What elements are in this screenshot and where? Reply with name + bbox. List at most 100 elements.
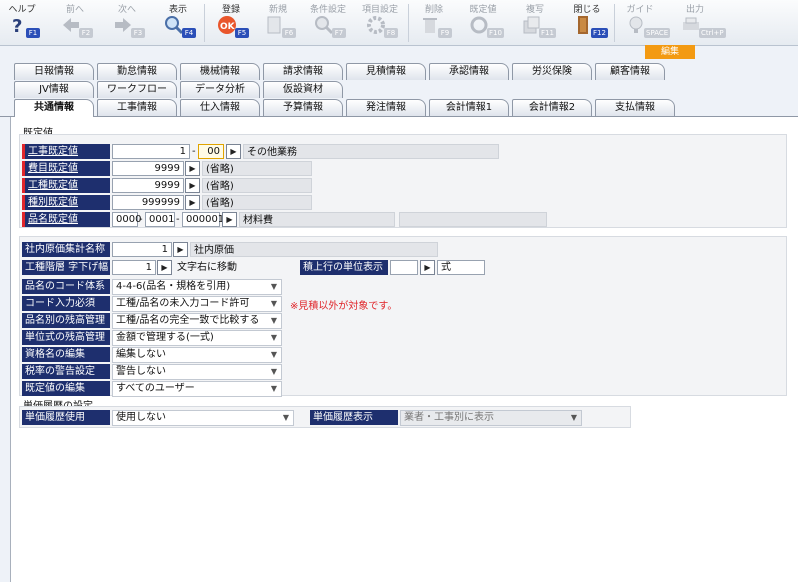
tab-data-analysis[interactable]: データ分析 [180,81,260,98]
history-display-select[interactable]: 業者・工事別に表示 ▼ [400,410,582,426]
hiyo-lookup-button[interactable]: ▶ [185,161,200,176]
tani-label: 積上行の単位表示 [300,260,388,275]
close-button[interactable]: 閉じる F12 [567,0,608,46]
chevron-down-icon: ▼ [270,282,277,291]
tab-kasetsu[interactable]: 仮設資材 [263,81,343,98]
tab-shiharai[interactable]: 支払情報 [595,99,675,116]
hinmei-lookup-button[interactable]: ▶ [222,212,237,227]
print-button[interactable]: 出力 Ctrl+P [675,0,726,46]
tab-kaikei2[interactable]: 会計情報2 [512,99,592,116]
hinmei-name: 材料費 [239,212,395,227]
tax-warning-select[interactable]: 警告しない ▼ [112,364,282,380]
register-button[interactable]: 登録 OK F5 [211,0,251,46]
history-display-label: 単価履歴表示 [310,410,398,425]
history-group: 単価履歴使用 使用しない ▼ 単価履歴表示 業者・工事別に表示 ▼ [19,406,631,428]
hiyo-code-input[interactable]: 9999 [112,161,184,176]
tab-nippo[interactable]: 日報情報 [14,63,94,80]
kaiso-label: 工種階層 字下げ幅 [22,260,110,275]
tab-jv[interactable]: JV情報 [14,81,94,98]
hinmei-balance-select[interactable]: 工種/品名の完全一致で比較する ▼ [112,313,282,329]
magnifier-icon [165,16,184,35]
copy-button[interactable]: 複写 F11 [515,0,556,46]
tab-koji[interactable]: 工事情報 [97,99,177,116]
koji-name: その他業務 [243,144,499,159]
tab-seikyu[interactable]: 請求情報 [263,63,343,80]
arrow-right-icon [115,18,131,32]
hinmei-code3-input[interactable]: 000001 [182,212,224,227]
hinmei-code2-input[interactable]: 0001 [145,212,175,227]
code-required-select[interactable]: 工種/品名の未入力コード許可 ▼ [112,296,282,312]
item-settings-button[interactable]: 項目設定 F8 [360,0,400,46]
genka-lookup-button[interactable]: ▶ [173,242,188,257]
mode-badge: 編集 [645,45,695,59]
copy-icon [523,16,540,34]
koshu-code-input[interactable]: 9999 [112,178,184,193]
guide-button[interactable]: ガイド SPACE [620,0,671,46]
chevron-down-icon: ▼ [282,413,289,422]
ok-icon: OK [218,16,236,34]
delete-button[interactable]: 削除 F9 [414,0,454,46]
tab-mitsumori[interactable]: 見積情報 [346,63,426,80]
koji-lookup-button[interactable]: ▶ [226,144,241,159]
tab-common[interactable]: 共通情報 [14,99,94,117]
tab-kikai[interactable]: 機械情報 [180,63,260,80]
next-button[interactable]: 次へ F3 [107,0,147,46]
tab-kokyaku[interactable]: 顧客情報 [595,63,665,80]
shubetsu-name: (省略) [202,195,312,210]
display-button[interactable]: 表示 F4 [158,0,198,46]
item-settings-icon [367,16,385,34]
koshu-default-label: 工種既定値 [22,178,110,193]
tab-shiire[interactable]: 仕入情報 [180,99,260,116]
new-button[interactable]: 新規 F6 [258,0,298,46]
default-value-button[interactable]: 既定値 F10 [463,0,504,46]
new-icon [267,16,281,34]
tab-shonin[interactable]: 承認情報 [429,63,509,80]
help-button[interactable]: ヘルプ ? F1 [2,0,42,46]
shubetsu-lookup-button[interactable]: ▶ [185,195,200,210]
genka-code-input[interactable]: 1 [112,242,172,257]
history-use-select[interactable]: 使用しない ▼ [112,410,294,426]
koji-branch-input[interactable]: 00 [198,144,224,159]
chevron-down-icon: ▼ [570,413,577,422]
genka-label: 社内原価集計名称 [22,242,110,257]
tab-kintai[interactable]: 勤怠情報 [97,63,177,80]
prev-button[interactable]: 前へ F2 [55,0,95,46]
settings-group: 社内原価集計名称 1 ▶ 社内原価 工種階層 字下げ幅 1 ▶ 文字右に移動 積… [19,236,787,397]
hinmei-spec [399,212,547,227]
hiyo-default-label: 費目既定値 [22,161,110,176]
svg-text:OK: OK [220,22,236,32]
chevron-down-icon: ▼ [270,316,277,325]
history-use-label: 単価履歴使用 [22,410,110,425]
koji-default-label: 工事既定値 [22,144,110,159]
default-edit-select[interactable]: すべてのユーザー ▼ [112,381,282,397]
koshu-lookup-button[interactable]: ▶ [185,178,200,193]
hinmei-code1-input[interactable]: 0000 [112,212,141,227]
kaiso-width-input[interactable]: 1 [112,260,156,275]
tax-warning-label: 税率の警告設定 [22,364,110,379]
condition-settings-button[interactable]: 条件設定 F7 [308,0,348,46]
default-edit-label: 既定値の編集 [22,381,110,396]
tani-lookup-button[interactable]: ▶ [420,260,435,275]
tab-rosai[interactable]: 労災保険 [512,63,592,80]
defaults-group: 工事既定値 1 - 00 ▶ その他業務 費目既定値 9999 ▶ (省略) 工… [19,134,787,228]
hinmei-code-system-select[interactable]: 4-4-6(品名・規格を引用) ▼ [112,279,282,295]
unit-balance-select[interactable]: 金額で管理する(一式) ▼ [112,330,282,346]
svg-text:?: ? [12,16,22,35]
mitsumori-note: ※見積以外が対象です。 [290,301,398,312]
tab-workflow[interactable]: ワークフロー [97,81,177,98]
tani-code-input[interactable] [390,260,418,275]
chevron-down-icon: ▼ [270,367,277,376]
shubetsu-code-input[interactable]: 999999 [112,195,184,210]
qualification-edit-label: 資格名の編集 [22,347,110,362]
hinmei-balance-label: 品名別の残高管理 [22,313,110,328]
hinmei-separator-2: - [176,214,180,225]
tab-hachu[interactable]: 発注情報 [346,99,426,116]
koji-code-input[interactable]: 1 [112,144,190,159]
chevron-down-icon: ▼ [270,350,277,359]
qualification-edit-select[interactable]: 編集しない ▼ [112,347,282,363]
tani-name: 式 [437,260,485,275]
kaiso-spin-button[interactable]: ▶ [157,260,172,275]
tab-kaikei1[interactable]: 会計情報1 [429,99,509,116]
tab-yosan[interactable]: 予算情報 [263,99,343,116]
help-icon: ? [12,16,22,35]
